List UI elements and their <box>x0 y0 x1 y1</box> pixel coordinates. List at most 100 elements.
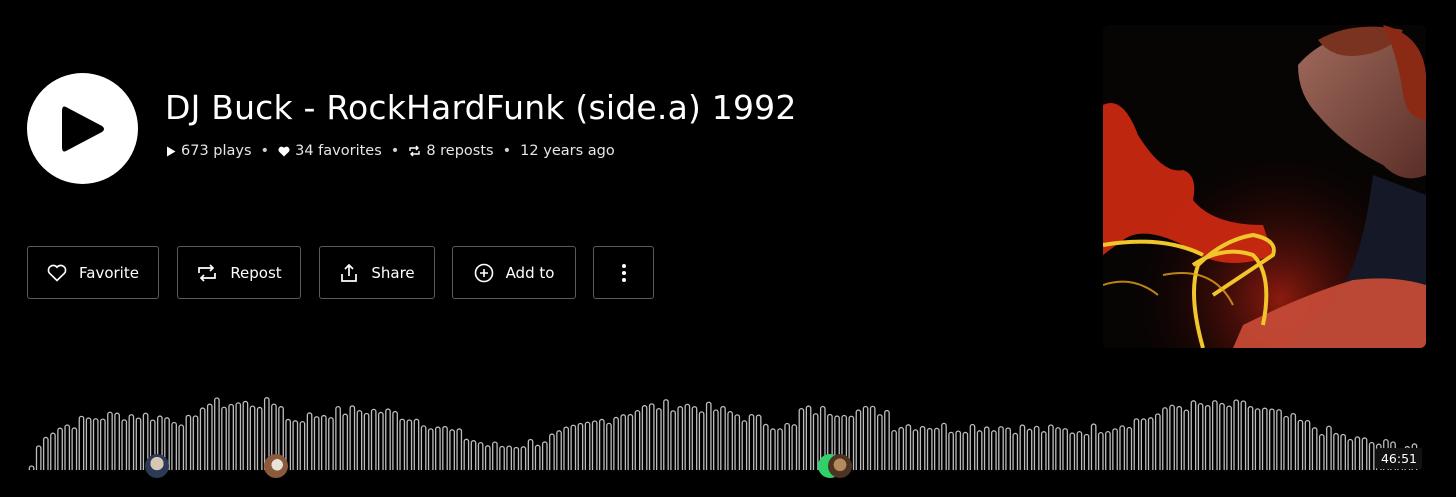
waveform-bar <box>1162 407 1168 470</box>
waveform-bar <box>206 403 213 470</box>
waveform-bar <box>64 424 71 470</box>
waveform-bar <box>862 405 869 470</box>
waveform-bar <box>1354 436 1361 470</box>
play-icon <box>61 106 104 151</box>
waveform-bar <box>399 418 406 470</box>
waveform-bar <box>613 416 619 470</box>
plays-count: 673 plays <box>166 143 252 159</box>
waveform-bar <box>435 426 441 470</box>
waveform-bar <box>50 432 56 470</box>
waveform-bar <box>306 412 313 470</box>
waveform-bar <box>563 426 570 470</box>
waveform-bar <box>256 406 263 470</box>
waveform-bar <box>442 425 448 470</box>
artwork-image <box>1103 25 1426 348</box>
waveform-bar <box>812 413 819 470</box>
waveform-bar <box>85 417 92 470</box>
waveform-bar <box>1304 419 1311 470</box>
waveform-bar <box>1290 412 1297 470</box>
waveform-bar <box>470 440 477 470</box>
waveform-bar <box>926 427 933 470</box>
repost-button[interactable]: Repost <box>177 246 301 299</box>
waveform-bar <box>42 436 49 470</box>
add-to-button[interactable]: Add to <box>452 246 576 299</box>
waveform-bar <box>898 426 905 470</box>
repost-icon <box>198 263 217 282</box>
waveform-bar <box>869 405 876 470</box>
waveform-bar <box>777 428 783 470</box>
waveform-bar <box>713 409 719 470</box>
waveform-bar <box>884 409 890 470</box>
waveform-bar <box>413 418 420 470</box>
waveform-bar <box>328 417 334 470</box>
waveform-bar <box>541 441 548 470</box>
waveform-bar <box>520 446 527 470</box>
favorite-label: Favorite <box>79 263 139 282</box>
waveform-bar <box>171 421 177 470</box>
waveform-bar <box>527 438 534 470</box>
waveform-bar <box>199 407 206 470</box>
share-button[interactable]: Share <box>319 246 435 299</box>
waveform-bar <box>1297 419 1304 470</box>
waveform-bar <box>1276 409 1282 470</box>
track-duration: 46:51 <box>1375 448 1422 469</box>
waveform-bar <box>178 424 185 470</box>
waveform-bar <box>363 412 370 470</box>
waveform-bar <box>242 400 249 470</box>
waveform-bar <box>634 410 641 470</box>
waveform-bar <box>556 430 562 470</box>
share-icon <box>341 263 358 282</box>
waveform-bar <box>655 407 662 470</box>
waveform-bar <box>919 425 926 470</box>
waveform-bar <box>1240 400 1247 470</box>
waveform-bar <box>620 414 627 470</box>
waveform-bar <box>691 406 698 470</box>
waveform-bar <box>228 403 235 470</box>
waveform-bar <box>349 405 356 470</box>
waveform-bar <box>1326 425 1332 470</box>
waveform-bar <box>1183 409 1190 470</box>
waveform-bar <box>1033 425 1040 470</box>
waveform-bar <box>1212 400 1218 470</box>
waveform-bar <box>385 408 391 470</box>
waveform-bar <box>770 428 776 470</box>
waveform-bar <box>1069 432 1076 470</box>
waveform-bar <box>506 445 513 470</box>
waveform-bar <box>214 397 220 470</box>
track-title: DJ Buck - RockHardFunk (side.a) 1992 <box>165 88 797 127</box>
commenter-avatar[interactable] <box>828 454 852 478</box>
plays-label: 673 plays <box>181 143 252 159</box>
waveform-bar <box>1318 434 1325 470</box>
waveform-bar <box>1140 418 1147 470</box>
play-small-icon <box>167 146 176 156</box>
waveform-bar <box>377 411 384 470</box>
waveform-bar <box>976 430 983 470</box>
waveform-bar <box>1226 405 1232 470</box>
more-options-button[interactable] <box>593 246 654 299</box>
waveform-bar <box>449 429 455 470</box>
waveform-bar <box>969 423 976 470</box>
waveform-bar <box>292 420 299 470</box>
plus-circle-icon <box>474 263 493 282</box>
waveform-bar <box>1147 417 1154 470</box>
waveform-bar <box>734 414 741 470</box>
waveform-bar <box>1361 437 1368 470</box>
waveform-bar <box>1333 432 1339 470</box>
waveform-bar <box>755 414 762 470</box>
separator: • <box>502 143 512 159</box>
favorite-button[interactable]: Favorite <box>27 246 159 299</box>
commenter-avatar[interactable] <box>264 454 288 478</box>
waveform-bar <box>492 441 498 470</box>
waveform-bar <box>627 413 634 470</box>
commenter-avatar[interactable] <box>145 454 169 478</box>
waveform-bar <box>107 411 113 470</box>
waveform-bar <box>463 438 470 470</box>
waveform-bar <box>320 414 327 470</box>
waveform-bar <box>983 426 990 470</box>
waveform-bar <box>28 465 35 470</box>
waveform-bar <box>221 406 227 470</box>
waveform-bar <box>1340 433 1346 470</box>
waveform[interactable] <box>28 380 1418 475</box>
play-button[interactable] <box>27 73 138 184</box>
waveform-bar <box>991 430 997 470</box>
